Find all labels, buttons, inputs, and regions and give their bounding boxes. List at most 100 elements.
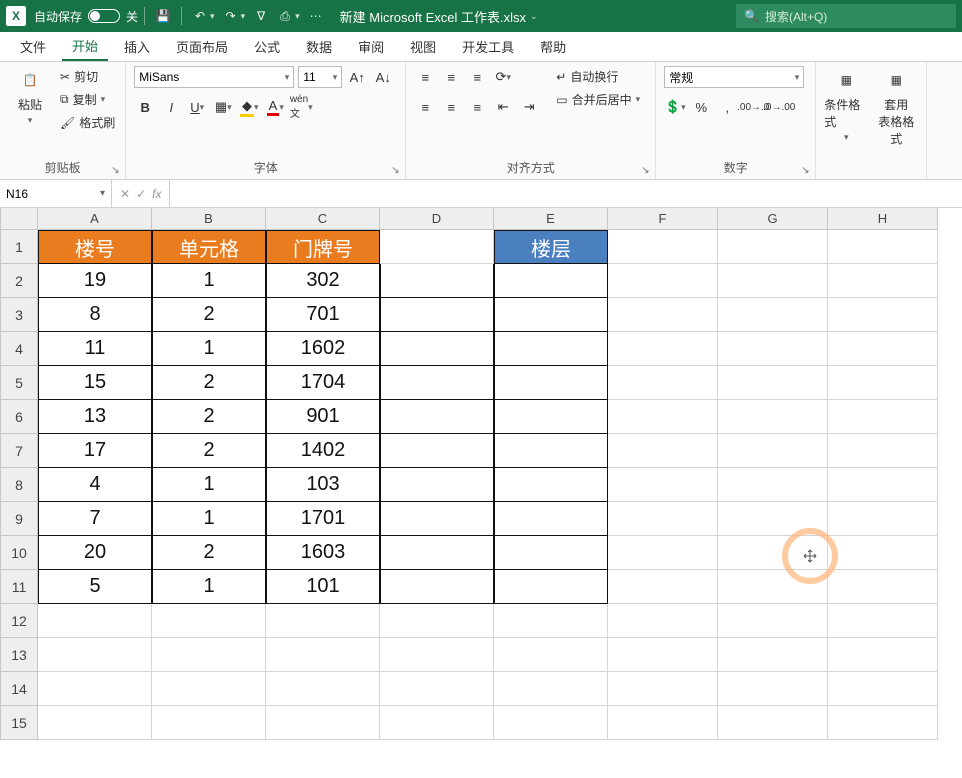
search-input[interactable]: 🔍 搜索(Alt+Q) — [736, 4, 956, 28]
tab-公式[interactable]: 公式 — [244, 33, 290, 60]
column-header-C[interactable]: C — [266, 208, 380, 230]
font-size-select[interactable]: 11▾ — [298, 66, 342, 88]
cell-C14[interactable] — [266, 672, 380, 706]
cell-G15[interactable] — [718, 706, 828, 740]
row-header-5[interactable]: 5 — [0, 366, 38, 400]
cell-C11[interactable]: 101 — [266, 570, 380, 604]
comma-format-button[interactable]: , — [716, 96, 738, 118]
cell-B7[interactable]: 2 — [152, 434, 266, 468]
tab-插入[interactable]: 插入 — [114, 33, 160, 60]
cell-A6[interactable]: 13 — [38, 400, 152, 434]
redo-button[interactable]: ↷▾ — [219, 6, 250, 26]
cell-E4[interactable] — [494, 332, 608, 366]
cell-B5[interactable]: 2 — [152, 366, 266, 400]
cell-C5[interactable]: 1704 — [266, 366, 380, 400]
cell-B14[interactable] — [152, 672, 266, 706]
cell-B6[interactable]: 2 — [152, 400, 266, 434]
orientation-button[interactable]: ⟳▾ — [492, 66, 514, 88]
cell-G5[interactable] — [718, 366, 828, 400]
cell-F6[interactable] — [608, 400, 718, 434]
cell-C4[interactable]: 1602 — [266, 332, 380, 366]
increase-font-button[interactable]: A↑ — [346, 66, 368, 88]
cell-D6[interactable] — [380, 400, 494, 434]
align-right-button[interactable]: ≡ — [466, 96, 488, 118]
cell-A10[interactable]: 20 — [38, 536, 152, 570]
cell-F7[interactable] — [608, 434, 718, 468]
wrap-text-button[interactable]: ↵自动换行 — [554, 66, 642, 87]
cell-D4[interactable] — [380, 332, 494, 366]
cell-G4[interactable] — [718, 332, 828, 366]
cell-B1[interactable]: 单元格 — [152, 230, 266, 264]
cell-D5[interactable] — [380, 366, 494, 400]
dialog-launcher[interactable]: ↘ — [391, 165, 403, 177]
increase-indent-button[interactable]: ⇥ — [518, 96, 540, 118]
align-left-button[interactable]: ≡ — [414, 96, 436, 118]
cell-E6[interactable] — [494, 400, 608, 434]
row-header-14[interactable]: 14 — [0, 672, 38, 706]
cell-F8[interactable] — [608, 468, 718, 502]
row-header-10[interactable]: 10 — [0, 536, 38, 570]
column-header-E[interactable]: E — [494, 208, 608, 230]
cell-F12[interactable] — [608, 604, 718, 638]
dialog-launcher[interactable]: ↘ — [641, 165, 653, 177]
cell-H6[interactable] — [828, 400, 938, 434]
cell-F1[interactable] — [608, 230, 718, 264]
cell-G3[interactable] — [718, 298, 828, 332]
cell-A4[interactable]: 11 — [38, 332, 152, 366]
format-as-table-button[interactable]: ▦ 套用 表格格式 — [874, 66, 918, 147]
tab-开始[interactable]: 开始 — [62, 32, 108, 61]
number-format-select[interactable]: 常规▾ — [664, 66, 804, 88]
cell-G7[interactable] — [718, 434, 828, 468]
row-header-1[interactable]: 1 — [0, 230, 38, 264]
cell-E15[interactable] — [494, 706, 608, 740]
cell-H3[interactable] — [828, 298, 938, 332]
cell-D7[interactable] — [380, 434, 494, 468]
cell-G12[interactable] — [718, 604, 828, 638]
cell-H2[interactable] — [828, 264, 938, 298]
border-button[interactable]: ▦▾ — [212, 96, 234, 118]
cell-D2[interactable] — [380, 264, 494, 298]
cell-G13[interactable] — [718, 638, 828, 672]
document-title[interactable]: 新建 Microsoft Excel 工作表.xlsx ⌄ — [340, 7, 538, 26]
merge-center-button[interactable]: ▭合并后居中▾ — [554, 89, 642, 110]
cell-C13[interactable] — [266, 638, 380, 672]
copy-button[interactable]: ⧉复制▾ — [58, 89, 117, 110]
cell-H12[interactable] — [828, 604, 938, 638]
cell-A13[interactable] — [38, 638, 152, 672]
column-header-D[interactable]: D — [380, 208, 494, 230]
cell-C12[interactable] — [266, 604, 380, 638]
row-header-7[interactable]: 7 — [0, 434, 38, 468]
cell-H11[interactable] — [828, 570, 938, 604]
cell-E8[interactable] — [494, 468, 608, 502]
phonetic-button[interactable]: wén文▾ — [290, 96, 312, 118]
accounting-format-button[interactable]: 💲▾ — [664, 96, 686, 118]
cell-B15[interactable] — [152, 706, 266, 740]
cell-E11[interactable] — [494, 570, 608, 604]
font-color-button[interactable]: A▾ — [264, 96, 286, 118]
row-header-9[interactable]: 9 — [0, 502, 38, 536]
fx-button[interactable]: fx — [152, 187, 161, 201]
row-header-15[interactable]: 15 — [0, 706, 38, 740]
cell-F11[interactable] — [608, 570, 718, 604]
row-header-12[interactable]: 12 — [0, 604, 38, 638]
row-header-6[interactable]: 6 — [0, 400, 38, 434]
cell-G8[interactable] — [718, 468, 828, 502]
cell-B3[interactable]: 2 — [152, 298, 266, 332]
conditional-format-button[interactable]: ▦ 条件格式▾ — [824, 66, 868, 143]
cell-D10[interactable] — [380, 536, 494, 570]
cell-H8[interactable] — [828, 468, 938, 502]
spreadsheet-grid[interactable]: ABCDEFGH 1楼号单元格门牌号楼层21913023827014111160… — [0, 208, 962, 740]
row-header-3[interactable]: 3 — [0, 298, 38, 332]
row-header-11[interactable]: 11 — [0, 570, 38, 604]
cell-A2[interactable]: 19 — [38, 264, 152, 298]
tab-开发工具[interactable]: 开发工具 — [452, 33, 524, 60]
increase-decimal-button[interactable]: .00→.0 — [742, 96, 764, 118]
tab-视图[interactable]: 视图 — [400, 33, 446, 60]
cell-D12[interactable] — [380, 604, 494, 638]
cell-B9[interactable]: 1 — [152, 502, 266, 536]
cell-A7[interactable]: 17 — [38, 434, 152, 468]
bold-button[interactable]: B — [134, 96, 156, 118]
formula-input[interactable] — [170, 180, 962, 207]
cell-B10[interactable]: 2 — [152, 536, 266, 570]
cell-C10[interactable]: 1603 — [266, 536, 380, 570]
